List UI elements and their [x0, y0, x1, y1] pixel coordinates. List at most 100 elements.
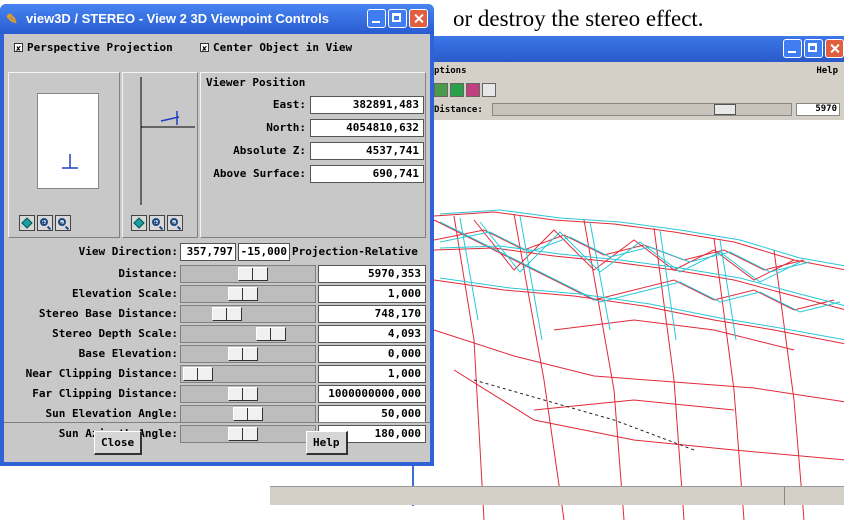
minimize-icon[interactable] — [367, 9, 386, 28]
elevation-scale-label: Elevation Scale: — [72, 287, 178, 300]
zoom-in-icon[interactable]: + — [149, 215, 165, 231]
viewer-absolute-z-field[interactable]: 4537,741 — [310, 142, 424, 160]
plan-view-canvas[interactable] — [37, 93, 99, 189]
perspective-projection-checkbox[interactable]: ✘ Perspective Projection — [14, 41, 173, 54]
view-direction-row: View Direction: 357,797 -15,000 Projecti… — [4, 242, 430, 262]
far-clipping-distance-field[interactable]: 1000000000,000 — [318, 385, 426, 403]
stereo-base-distance-label: Stereo Base Distance: — [38, 307, 178, 320]
sun-elevation-angle-slider-thumb[interactable] — [233, 407, 263, 421]
zoom-out-icon[interactable]: - — [55, 215, 71, 231]
terrain-icon[interactable] — [434, 83, 448, 97]
distance-slider-thumb[interactable] — [238, 267, 268, 281]
app-icon: ✎ — [6, 11, 18, 27]
stereo-depth-scale-slider-thumb[interactable] — [256, 327, 286, 341]
viewer-absolute-z-label: Absolute Z: — [233, 144, 306, 157]
near-clipping-distance-slider[interactable] — [180, 365, 316, 383]
maximize-icon[interactable] — [388, 9, 407, 28]
render-icon[interactable] — [466, 83, 480, 97]
menu-help[interactable]: Help — [816, 66, 838, 76]
minimize-icon[interactable] — [783, 39, 802, 58]
perspective-projection-label: Perspective Projection — [27, 41, 173, 54]
stereo-depth-scale-label: Stereo Depth Scale: — [52, 327, 178, 340]
center-object-label: Center Object in View — [213, 41, 353, 54]
far-clipping-distance-row: Far Clipping Distance: 1000000000,000 — [4, 384, 430, 404]
distance-field[interactable]: 5970,353 — [318, 265, 426, 283]
layer-icon[interactable] — [450, 83, 464, 97]
stereo-view-window: ptions Help Distance: 5970 — [412, 36, 844, 520]
side-view-panel: + - — [122, 72, 198, 238]
elevation-scale-slider[interactable] — [180, 285, 316, 303]
base-elevation-slider-thumb[interactable] — [228, 347, 258, 361]
distance-value[interactable]: 5970 — [796, 103, 840, 116]
base-elevation-slider[interactable] — [180, 345, 316, 363]
distance-label: Distance: — [434, 105, 483, 115]
dialog-button-row: Close Help — [4, 422, 430, 463]
view-direction-mode[interactable]: Projection-Relative — [292, 245, 418, 258]
near-clipping-distance-label: Near Clipping Distance: — [25, 367, 178, 380]
distance-slider-thumb[interactable] — [714, 104, 736, 115]
stereo-view-titlebar — [414, 36, 844, 62]
view-direction-azimuth-field[interactable]: 357,797 — [180, 243, 236, 261]
far-clipping-distance-slider-thumb[interactable] — [228, 387, 258, 401]
caption-text: or destroy the stereo effect. — [453, 6, 704, 31]
stereo-view-toolbar — [414, 82, 844, 100]
sun-elevation-angle-slider[interactable] — [180, 405, 316, 423]
base-elevation-row: Base Elevation: 0,000 — [4, 344, 430, 364]
viewer-north-field[interactable]: 4054810,632 — [310, 119, 424, 137]
options-row: ✘ Perspective Projection ✘ Center Object… — [4, 34, 430, 62]
elevation-scale-field[interactable]: 1,000 — [318, 285, 426, 303]
far-clipping-distance-slider[interactable] — [180, 385, 316, 403]
stereo-depth-scale-row: Stereo Depth Scale: 4,093 — [4, 324, 430, 344]
stereo-base-distance-slider[interactable] — [180, 305, 316, 323]
full-view-icon[interactable] — [131, 215, 147, 231]
checkbox-checked-icon[interactable]: ✘ — [200, 43, 209, 53]
elevation-scale-row: Elevation Scale: 1,000 — [4, 284, 430, 304]
distance-bar: Distance: 5970 — [414, 100, 844, 120]
base-elevation-field[interactable]: 0,000 — [318, 345, 426, 363]
stereo-view-menubar: ptions Help — [414, 62, 844, 82]
close-icon[interactable] — [409, 9, 428, 28]
viewer-east-field[interactable]: 382891,483 — [310, 96, 424, 114]
distance-slider[interactable] — [492, 103, 792, 116]
stereo-depth-scale-slider[interactable] — [180, 325, 316, 343]
checkbox-checked-icon[interactable]: ✘ — [14, 43, 23, 53]
viewer-east-row: East: 382891,483 — [206, 94, 428, 116]
help-button[interactable]: Help — [306, 431, 348, 455]
distance-slider[interactable] — [180, 265, 316, 283]
zoom-out-icon[interactable]: - — [167, 215, 183, 231]
dialog-body: ✘ Perspective Projection ✘ Center Object… — [4, 34, 430, 462]
side-view-canvas[interactable] — [125, 75, 195, 207]
near-clipping-distance-field[interactable]: 1,000 — [318, 365, 426, 383]
stereo-base-distance-field[interactable]: 748,170 — [318, 305, 426, 323]
viewer-north-row: North: 4054810,632 — [206, 117, 428, 139]
stereo-depth-scale-field[interactable]: 4,093 — [318, 325, 426, 343]
elevation-scale-slider-thumb[interactable] — [228, 287, 258, 301]
viewer-above-surface-row: Above Surface: 690,741 — [206, 163, 428, 185]
stereo-wireframe-render — [433, 209, 844, 520]
center-object-checkbox[interactable]: ✘ Center Object in View — [200, 41, 352, 54]
plan-view-panel: + - — [8, 72, 120, 238]
distance-row: Distance: 5970,353 — [4, 264, 430, 284]
menu-options[interactable]: ptions — [434, 66, 467, 76]
maximize-icon[interactable] — [804, 39, 823, 58]
sun-elevation-angle-label: Sun Elevation Angle: — [45, 407, 178, 420]
near-clipping-distance-slider-thumb[interactable] — [183, 367, 213, 381]
stereo-base-distance-slider-thumb[interactable] — [212, 307, 242, 321]
sun-elevation-angle-row: Sun Elevation Angle: 50,000 — [4, 404, 430, 424]
sun-elevation-angle-field[interactable]: 50,000 — [318, 405, 426, 423]
viewer-above-surface-field[interactable]: 690,741 — [310, 165, 424, 183]
near-clipping-distance-row: Near Clipping Distance: 1,000 — [4, 364, 430, 384]
far-clipping-distance-label: Far Clipping Distance: — [32, 387, 178, 400]
viewer-above-surface-label: Above Surface: — [213, 167, 306, 180]
zoom-in-icon[interactable]: + — [37, 215, 53, 231]
dialog-titlebar[interactable]: ✎ view3D / STEREO - View 2 3D Viewpoint … — [0, 4, 434, 34]
status-bar — [270, 486, 844, 505]
view-direction-elevation-field[interactable]: -15,000 — [238, 243, 290, 261]
close-button[interactable]: Close — [94, 431, 143, 455]
stereo-base-distance-row: Stereo Base Distance: 748,170 — [4, 304, 430, 324]
viewer-position-title: Viewer Position — [206, 76, 306, 89]
close-icon[interactable] — [825, 39, 844, 58]
full-view-icon[interactable] — [19, 215, 35, 231]
viewer-north-label: North: — [266, 121, 306, 134]
viewer-icon[interactable] — [482, 83, 496, 97]
